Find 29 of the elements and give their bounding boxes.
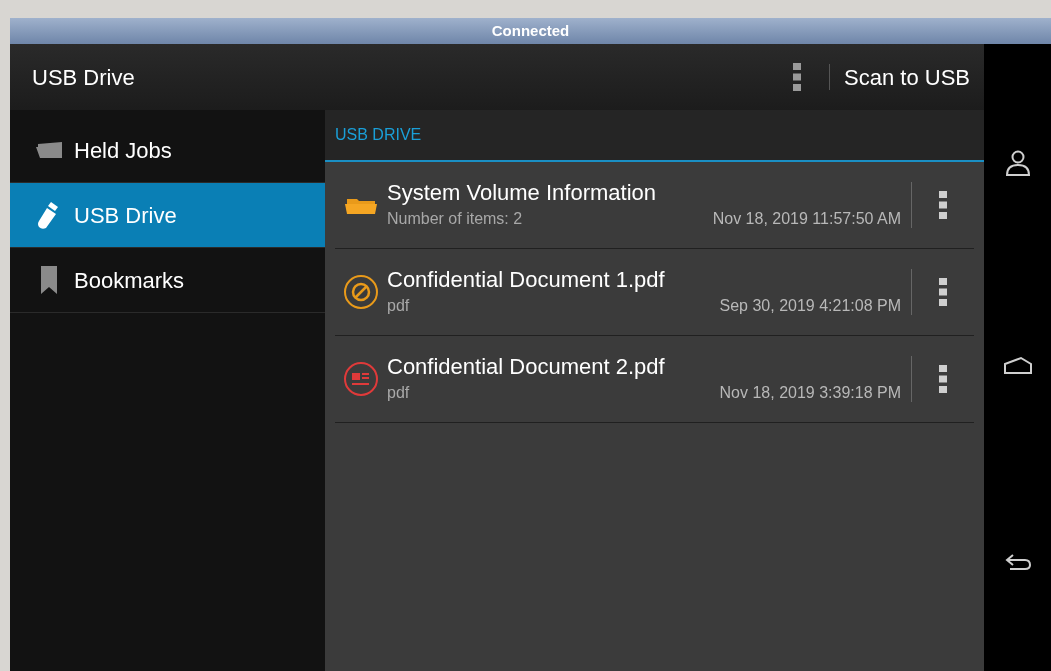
file-row[interactable]: System Volume Information Number of items: 2 Nov 18, 2019 11:57:50 AM (335, 162, 974, 249)
file-date: Sep 30, 2019 4:21:08 PM (719, 296, 901, 316)
sidebar-item[interactable]: USB Drive (10, 183, 325, 248)
file-date: Nov 18, 2019 3:39:18 PM (719, 383, 901, 403)
file-detail: Number of items: 2 (387, 209, 523, 229)
folder-icon (34, 141, 64, 159)
file-date: Nov 18, 2019 11:57:50 AM (712, 209, 901, 229)
home-icon[interactable] (1002, 355, 1033, 374)
file-row[interactable]: Confidential Document 1.pdf pdf Sep 30, 2019 4:21:08 PM (335, 249, 974, 336)
section-heading: USB DRIVE (335, 125, 422, 145)
sidebar-item[interactable]: Bookmarks (10, 248, 325, 313)
file-name: System Volume Information (387, 179, 657, 207)
window-title: Connected (10, 18, 1051, 44)
file-row[interactable]: Confidential Document 2.pdf pdf Nov 18, 2019 3:39:18 PM (335, 336, 974, 423)
file-detail: pdf (387, 383, 410, 403)
file-name: Confidential Document 2.pdf (387, 353, 666, 381)
more-icon[interactable] (939, 191, 947, 219)
back-icon[interactable] (1004, 553, 1031, 571)
scan-to-usb-button[interactable]: Scan to USB (844, 60, 970, 94)
more-icon[interactable] (793, 63, 802, 91)
bookmark-icon (40, 266, 58, 294)
more-icon[interactable] (939, 278, 947, 306)
header-title: USB Drive (32, 63, 136, 92)
file-name: Confidential Document 1.pdf (387, 266, 666, 294)
document-icon (343, 361, 379, 397)
user-icon[interactable] (1004, 150, 1031, 176)
more-icon[interactable] (939, 365, 947, 393)
blocked-icon (343, 274, 379, 310)
file-detail: pdf (387, 296, 410, 316)
